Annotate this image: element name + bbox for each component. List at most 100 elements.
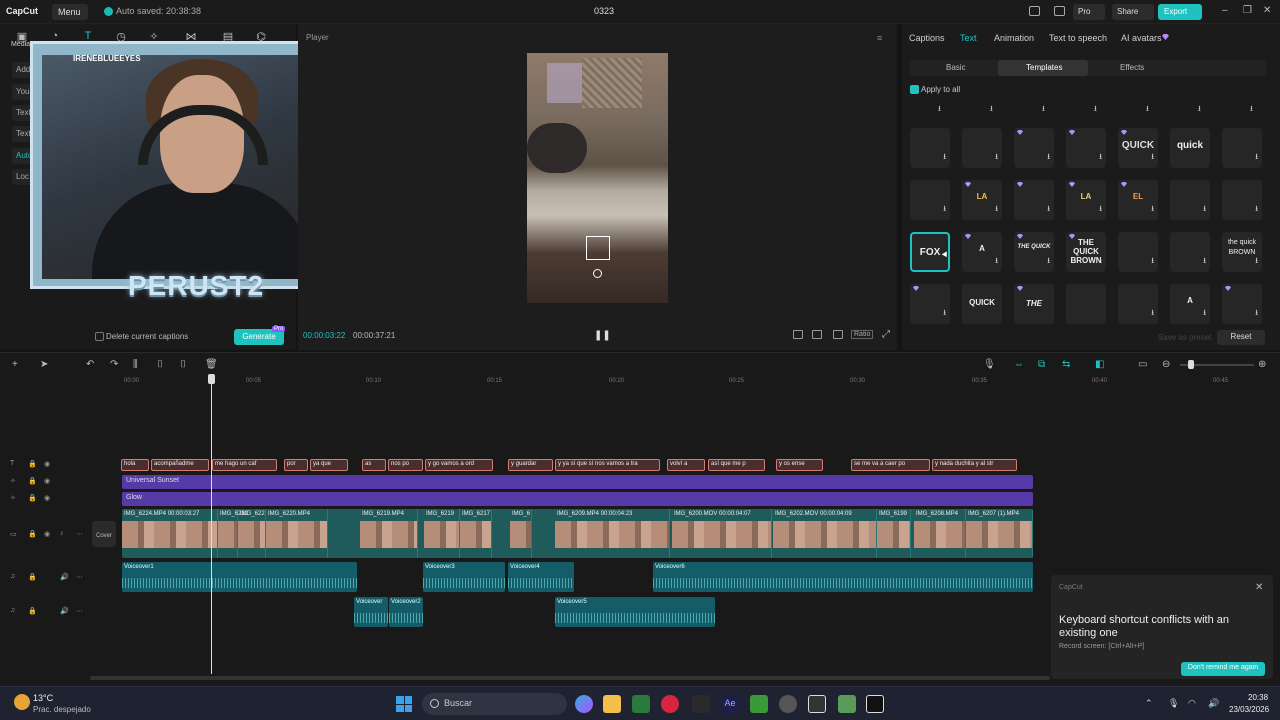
taskbar-search[interactable]: Buscar [422, 693, 567, 715]
player-menu-icon[interactable]: ≡ [877, 33, 882, 43]
download-icon[interactable]: ⭳ [1250, 103, 1253, 114]
volume-icon[interactable]: 🔊 [1208, 698, 1219, 709]
audio-clip[interactable]: Voiceover2 [389, 597, 423, 627]
audio-clip[interactable]: Voiceover6 [653, 562, 1033, 592]
video-clip[interactable]: IMG_6217 [460, 509, 492, 558]
template-item[interactable]: ⭳ [1014, 128, 1054, 168]
caption-icon[interactable]: ▭ [1138, 359, 1147, 370]
download-icon[interactable]: ⭳ [1198, 103, 1201, 114]
delete-captions-checkbox[interactable] [95, 332, 104, 341]
text-selection-box[interactable] [586, 236, 610, 260]
speaker-icon[interactable]: 🔊 [60, 607, 69, 615]
lock-icon[interactable]: 🔒 [28, 607, 37, 615]
template-item[interactable]: THE QUICK ⭳ [1014, 232, 1054, 272]
close-icon[interactable]: ✕ [1263, 5, 1271, 16]
opera-icon[interactable] [661, 695, 679, 713]
lock-icon[interactable]: 🔒 [28, 494, 37, 502]
caption-clip[interactable]: hola [121, 459, 149, 471]
player-preview[interactable] [527, 53, 668, 303]
template-item[interactable]: A ⭳ [1170, 284, 1210, 324]
copilot-icon[interactable] [575, 695, 593, 713]
download-icon[interactable]: ⭳ [1151, 151, 1154, 165]
shortcuts-icon[interactable] [1054, 6, 1065, 16]
pro-button[interactable]: Pro [1073, 4, 1105, 20]
caption-clip[interactable]: y os ense [776, 459, 823, 471]
caption-clip[interactable]: así que me p [708, 459, 765, 471]
tab-captions[interactable]: Captions [909, 33, 945, 43]
caption-clip[interactable]: acompañadme [151, 459, 209, 471]
template-item[interactable] [1066, 284, 1106, 324]
more-icon[interactable]: ⋯ [76, 530, 83, 538]
snapshot-icon[interactable] [833, 330, 843, 339]
template-item[interactable]: ⭳ [1170, 232, 1210, 272]
download-icon[interactable]: ⭳ [1042, 103, 1045, 114]
link-icon[interactable]: ⇔ [1014, 359, 1024, 370]
video-clip[interactable]: IMG_6220.MP4 [266, 509, 328, 558]
app-icon-2[interactable] [838, 695, 856, 713]
effect-clip-glow[interactable]: Glow [122, 492, 1033, 506]
speaker-icon[interactable]: 🔊 [60, 573, 69, 581]
video-clip[interactable]: IMG_6 [510, 509, 532, 558]
calendar-icon[interactable] [808, 695, 826, 713]
download-icon[interactable]: ⭳ [938, 103, 941, 114]
export-button[interactable]: Export [1158, 4, 1202, 20]
visibility-icon[interactable]: ◉ [44, 477, 50, 485]
download-icon[interactable]: ⭳ [995, 255, 998, 269]
playhead[interactable] [211, 374, 212, 674]
template-item[interactable]: ⭳ [910, 128, 950, 168]
template-item[interactable]: ⭳ [910, 180, 950, 220]
ratio-button[interactable]: Ratio [851, 330, 874, 339]
microphone-icon[interactable]: 🎙 [983, 359, 996, 370]
audio-clip[interactable]: Voiceover [354, 597, 388, 627]
template-item[interactable]: QUICK ⭳ [1118, 128, 1158, 168]
capcut-icon[interactable] [866, 695, 884, 713]
caption-clip[interactable]: por [284, 459, 308, 471]
lock-icon[interactable]: 🔒 [28, 573, 37, 581]
crop-icon[interactable] [793, 330, 803, 339]
template-item[interactable]: A ⭳ [962, 232, 1002, 272]
caption-clip[interactable]: ya que [310, 459, 348, 471]
download-icon[interactable]: ⭳ [990, 103, 993, 114]
template-item[interactable]: ⭳ [1118, 232, 1158, 272]
video-clip[interactable]: IMG_6219.MP4 [360, 509, 418, 558]
clock-date[interactable]: 23/03/2026 [1229, 705, 1269, 714]
video-clip[interactable]: IMG_6224.MP4 00:00:03:27 [122, 509, 218, 558]
video-clip[interactable]: IMG_6209.MP4 00:00:04:23 [555, 509, 670, 558]
template-item[interactable]: ⭳ [1066, 128, 1106, 168]
zoom-out-icon[interactable]: ⊖ [1162, 359, 1170, 370]
lock-icon[interactable]: 🔒 [28, 530, 37, 538]
redo-icon[interactable]: ↷ [110, 359, 118, 370]
video-clip[interactable]: IMG_6199 [877, 509, 911, 558]
reset-button[interactable]: Reset [1217, 330, 1265, 345]
audio-toggle-icon[interactable]: ♪ [60, 530, 64, 537]
template-item[interactable]: quick [1170, 128, 1210, 168]
menu-button[interactable]: Menu [52, 4, 88, 20]
tab-ai-avatars[interactable]: AI avatars [1121, 33, 1162, 43]
download-icon[interactable]: ⭳ [943, 151, 946, 165]
obs-icon[interactable] [779, 695, 797, 713]
caption-clip[interactable]: as [362, 459, 386, 471]
download-icon[interactable]: ⭳ [1146, 103, 1149, 114]
template-item[interactable]: QUICK [962, 284, 1002, 324]
segment-basic[interactable]: Basic [946, 63, 966, 72]
template-item[interactable]: ⭳ [1222, 284, 1262, 324]
download-icon[interactable]: ⭳ [1255, 151, 1258, 165]
caption-clip[interactable]: y guardar [508, 459, 553, 471]
select-tool-icon[interactable]: ➤ [40, 359, 48, 370]
audio-clip[interactable]: Voiceover4 [508, 562, 574, 592]
timeline-scrollbar[interactable] [90, 676, 1050, 680]
segment-effects[interactable]: Effects [1120, 63, 1144, 72]
caption-clip[interactable]: y ya sí que sí nos vamos a tra [555, 459, 660, 471]
toast-close-icon[interactable]: ✕ [1255, 582, 1263, 593]
download-icon[interactable]: ⭳ [995, 151, 998, 165]
download-icon[interactable]: ⭳ [1151, 203, 1154, 217]
start-button[interactable] [396, 696, 412, 712]
download-icon[interactable]: ⭳ [1255, 203, 1258, 217]
share-button[interactable]: Share [1112, 4, 1154, 20]
download-icon[interactable]: ⭳ [995, 203, 998, 217]
preview-axis-icon[interactable]: ⇆ [1062, 359, 1070, 370]
template-item[interactable]: ⭳ [1118, 284, 1158, 324]
download-icon[interactable]: ⭳ [1203, 307, 1206, 321]
tab-text-to-speech[interactable]: Text to speech [1049, 33, 1107, 43]
magnet-icon[interactable]: ⧉ [1038, 359, 1045, 370]
